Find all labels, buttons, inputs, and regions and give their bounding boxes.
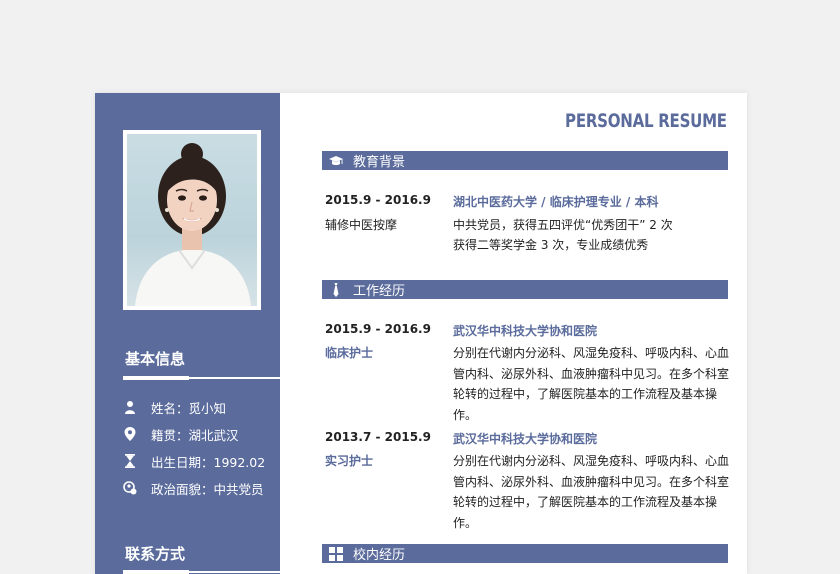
info-name-text: 姓名：觅小知 xyxy=(151,400,227,416)
sidebar: 基本信息 姓名：觅小知 籍贯：湖北武汉 出生日期：1992.02 政治面貌：中共… xyxy=(95,93,280,574)
graduation-cap-icon xyxy=(329,154,343,168)
work-1-role: 临床护士 xyxy=(325,346,374,360)
resume-title: PERSONAL RESUME xyxy=(565,110,727,132)
info-name: 姓名：觅小知 xyxy=(123,398,226,416)
contact-rule-accent xyxy=(123,570,189,574)
profile-photo-frame xyxy=(123,130,261,310)
info-birth-text: 出生日期：1992.02 xyxy=(151,454,266,470)
info-birth: 出生日期：1992.02 xyxy=(123,452,265,470)
main-content: PERSONAL RESUME 教育背景 2015.9 - 2016.9 辅修中… xyxy=(280,93,747,574)
section-bar-education: 教育背景 xyxy=(322,151,728,170)
education-school: 湖北中医药大学 / 临床护理专业 / 本科 xyxy=(453,195,659,209)
work-1-desc: 分别在代谢内分泌科、风湿免疫科、呼吸内科、心血管内科、泌尿外科、血液肿瘤科中见习… xyxy=(453,346,730,422)
basic-info-heading: 基本信息 xyxy=(125,350,186,368)
person-icon xyxy=(123,400,137,414)
work-1-org: 武汉华中科技大学协和医院 xyxy=(453,324,598,338)
info-hometown-text: 籍贯：湖北武汉 xyxy=(151,427,239,443)
work-2-desc: 分别在代谢内分泌科、风湿免疫科、呼吸内科、心血管内科、泌尿外科、血液肿瘤科中见习… xyxy=(453,454,730,530)
education-line-2: 获得二等奖学金 3 次，专业成绩优秀 xyxy=(453,238,649,252)
contact-heading: 联系方式 xyxy=(125,545,186,563)
section-bar-work: 工作经历 xyxy=(322,280,728,299)
profile-photo xyxy=(127,134,257,306)
basic-info-rule-accent xyxy=(123,376,189,380)
info-politics-text: 政治面貌：中共党员 xyxy=(151,481,264,497)
grid-icon xyxy=(329,546,343,561)
hourglass-icon xyxy=(123,454,137,468)
work-2-date: 2013.7 - 2015.9 xyxy=(325,430,431,444)
education-minor: 辅修中医按摩 xyxy=(325,218,398,232)
campus-heading: 校内经历 xyxy=(353,548,406,563)
education-date: 2015.9 - 2016.9 xyxy=(325,193,431,207)
work-heading: 工作经历 xyxy=(353,284,406,299)
section-bar-campus: 校内经历 xyxy=(322,544,728,563)
politics-icon xyxy=(123,481,137,495)
tie-icon xyxy=(329,282,343,297)
work-2-org: 武汉华中科技大学协和医院 xyxy=(453,432,598,446)
location-pin-icon xyxy=(123,427,137,441)
education-heading: 教育背景 xyxy=(353,155,406,170)
resume-sheet: 基本信息 姓名：觅小知 籍贯：湖北武汉 出生日期：1992.02 政治面貌：中共… xyxy=(95,93,747,574)
portrait-illustration xyxy=(135,143,251,306)
info-politics: 政治面貌：中共党员 xyxy=(123,479,264,497)
work-1-date: 2015.9 - 2016.9 xyxy=(325,322,431,336)
work-2-role: 实习护士 xyxy=(325,454,374,468)
education-line-1: 中共党员，获得五四评优“优秀团干” 2 次 xyxy=(453,218,673,232)
info-hometown: 籍贯：湖北武汉 xyxy=(123,425,239,443)
